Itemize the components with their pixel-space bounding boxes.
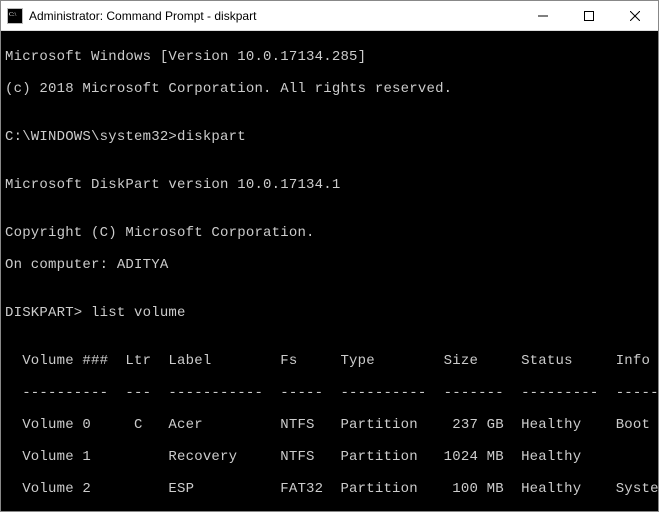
banner-line: (c) 2018 Microsoft Corporation. All righ… <box>5 81 654 97</box>
titlebar[interactable]: C:\ Administrator: Command Prompt - disk… <box>1 1 658 31</box>
table-divider: ---------- --- ----------- ----- -------… <box>5 385 654 401</box>
banner-line: Microsoft Windows [Version 10.0.17134.28… <box>5 49 654 65</box>
window-frame: C:\ Administrator: Command Prompt - disk… <box>0 0 659 512</box>
output-line: Copyright (C) Microsoft Corporation. <box>5 225 654 241</box>
prompt-line: DISKPART> list volume <box>5 305 654 321</box>
console-area[interactable]: Microsoft Windows [Version 10.0.17134.28… <box>1 31 658 511</box>
window-controls <box>520 1 658 30</box>
maximize-icon <box>584 11 594 21</box>
cmd-icon: C:\ <box>7 8 23 24</box>
table-header: Volume ### Ltr Label Fs Type Size Status… <box>5 353 654 369</box>
svg-text:C:\: C:\ <box>9 12 17 18</box>
minimize-button[interactable] <box>520 1 566 30</box>
table-row: Volume 0 C Acer NTFS Partition 237 GB He… <box>5 417 654 433</box>
prompt-line: C:\WINDOWS\system32>diskpart <box>5 129 654 145</box>
output-line: On computer: ADITYA <box>5 257 654 273</box>
close-button[interactable] <box>612 1 658 30</box>
maximize-button[interactable] <box>566 1 612 30</box>
minimize-icon <box>538 11 548 21</box>
table-row: Volume 1 Recovery NTFS Partition 1024 MB… <box>5 449 654 465</box>
table-row: Volume 2 ESP FAT32 Partition 100 MB Heal… <box>5 481 654 497</box>
close-icon <box>630 11 640 21</box>
output-line: Microsoft DiskPart version 10.0.17134.1 <box>5 177 654 193</box>
titlebar-text: Administrator: Command Prompt - diskpart <box>29 9 520 23</box>
